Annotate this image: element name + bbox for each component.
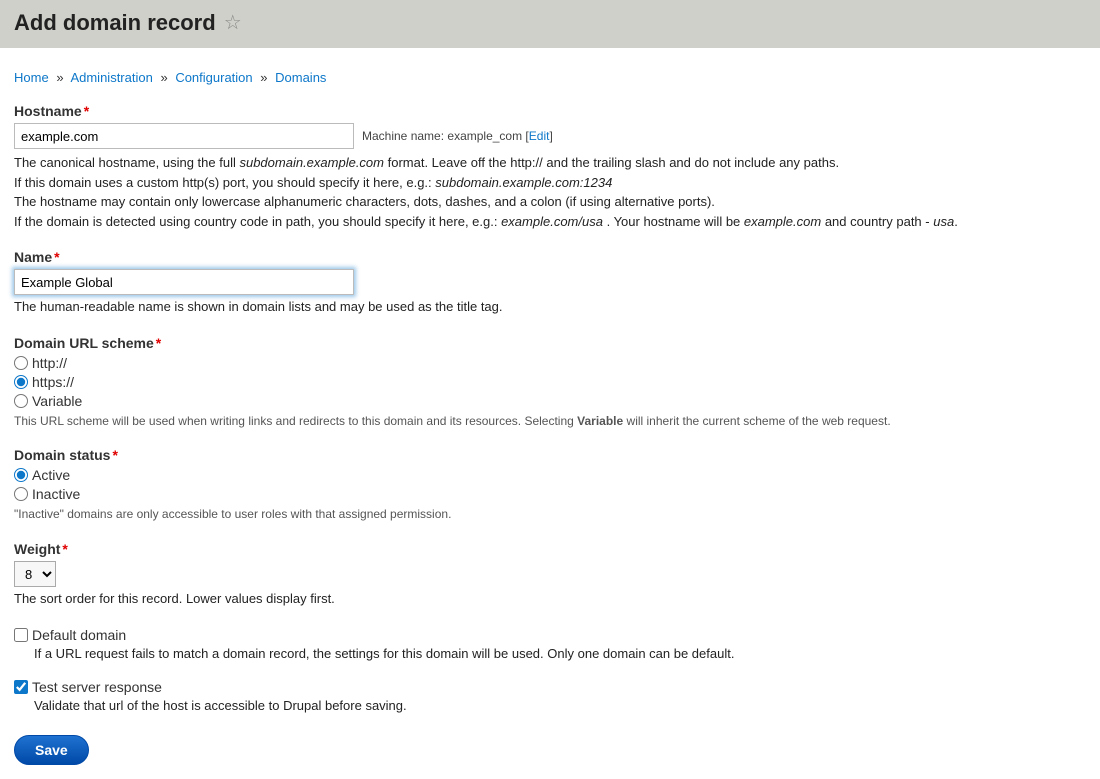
hostname-field: Hostname* Machine name: example_com [Edi… [14, 103, 1086, 231]
scheme-variable-label: Variable [32, 393, 82, 409]
breadcrumb-sep: » [160, 70, 167, 85]
scheme-https-radio[interactable] [14, 375, 28, 389]
required-marker: * [112, 447, 117, 463]
test-server-checkbox[interactable] [14, 680, 28, 694]
hostname-help: The canonical hostname, using the full s… [14, 153, 1086, 231]
header-bar: Add domain record ☆ [0, 0, 1100, 48]
breadcrumb-home[interactable]: Home [14, 70, 49, 85]
breadcrumb-administration[interactable]: Administration [70, 70, 152, 85]
breadcrumb-sep: » [260, 70, 267, 85]
hostname-label: Hostname* [14, 103, 1086, 119]
machine-name-edit-link[interactable]: Edit [529, 129, 550, 143]
name-input[interactable] [14, 269, 354, 295]
scheme-help: This URL scheme will be used when writin… [14, 413, 1086, 430]
weight-select[interactable]: 8 [14, 561, 56, 587]
default-domain-help: If a URL request fails to match a domain… [34, 646, 1086, 661]
save-button[interactable]: Save [14, 735, 89, 765]
default-domain-checkbox[interactable] [14, 628, 28, 642]
breadcrumb-sep: » [56, 70, 63, 85]
status-label: Domain status* [14, 447, 1086, 463]
scheme-label: Domain URL scheme* [14, 335, 1086, 351]
scheme-variable-radio[interactable] [14, 394, 28, 408]
scheme-field: Domain URL scheme* http:// https:// Vari… [14, 335, 1086, 430]
required-marker: * [156, 335, 161, 351]
machine-name-wrapper: Machine name: example_com [Edit] [362, 129, 553, 143]
star-icon[interactable]: ☆ [224, 13, 242, 33]
default-domain-label: Default domain [32, 627, 126, 643]
status-active-label: Active [32, 467, 70, 483]
breadcrumb-configuration[interactable]: Configuration [175, 70, 252, 85]
breadcrumb: Home » Administration » Configuration » … [14, 70, 1086, 85]
status-help: "Inactive" domains are only accessible t… [14, 506, 1086, 523]
scheme-https-label: https:// [32, 374, 74, 390]
status-active-radio[interactable] [14, 468, 28, 482]
name-field: Name* The human-readable name is shown i… [14, 249, 1086, 317]
weight-field: Weight* 8 The sort order for this record… [14, 541, 1086, 609]
status-inactive-label: Inactive [32, 486, 80, 502]
machine-name-value: example_com [447, 129, 522, 143]
breadcrumb-domains[interactable]: Domains [275, 70, 326, 85]
scheme-http-radio[interactable] [14, 356, 28, 370]
required-marker: * [62, 541, 67, 557]
scheme-http-label: http:// [32, 355, 67, 371]
required-marker: * [54, 249, 59, 265]
test-server-help: Validate that url of the host is accessi… [34, 698, 1086, 713]
page-title: Add domain record [14, 10, 216, 36]
content: Home » Administration » Configuration » … [0, 48, 1100, 779]
weight-label: Weight* [14, 541, 1086, 557]
status-field: Domain status* Active Inactive "Inactive… [14, 447, 1086, 523]
name-label: Name* [14, 249, 1086, 265]
required-marker: * [84, 103, 89, 119]
status-inactive-radio[interactable] [14, 487, 28, 501]
default-domain-field: Default domain If a URL request fails to… [14, 627, 1086, 661]
name-help: The human-readable name is shown in doma… [14, 297, 1086, 317]
test-server-field: Test server response Validate that url o… [14, 679, 1086, 713]
test-server-label: Test server response [32, 679, 162, 695]
hostname-input[interactable] [14, 123, 354, 149]
weight-help: The sort order for this record. Lower va… [14, 589, 1086, 609]
